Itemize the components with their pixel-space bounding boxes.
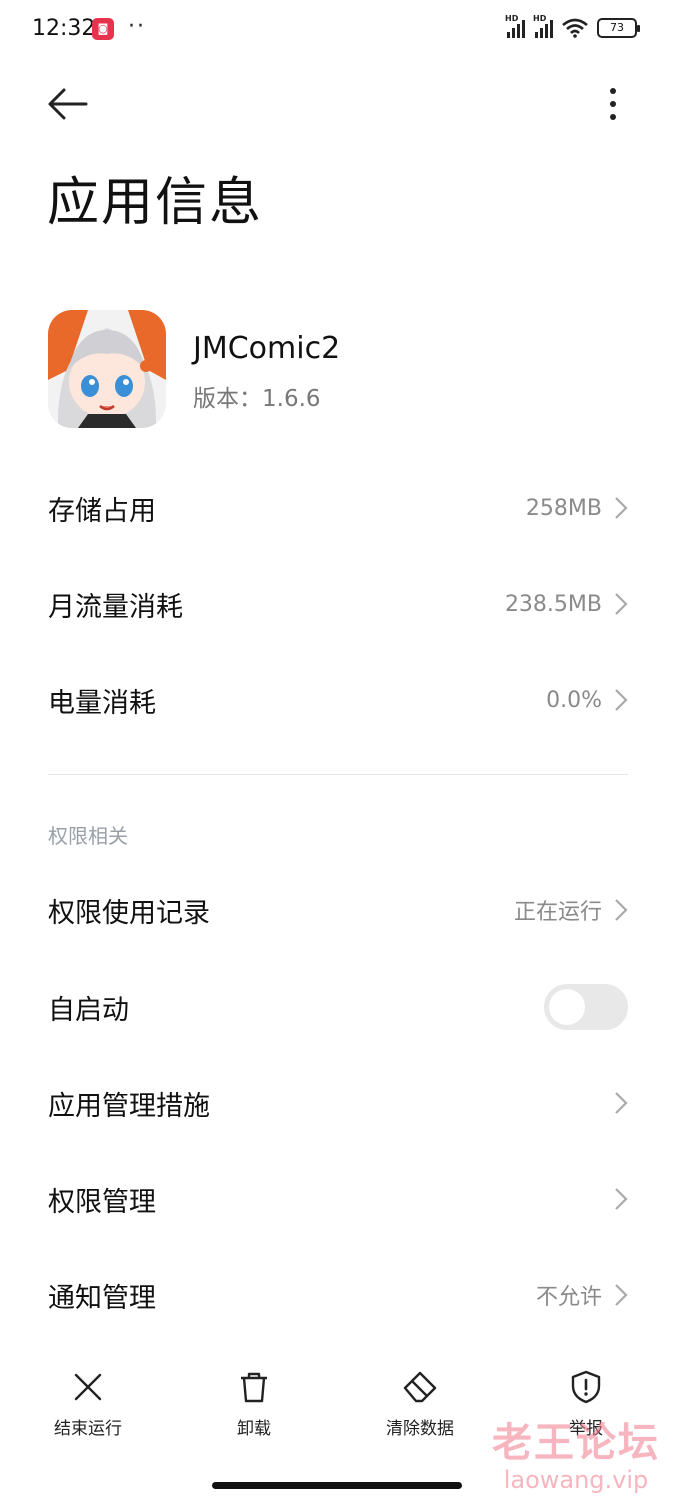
- status-indicators: HD HD 73: [505, 14, 640, 38]
- trash-icon: [241, 1372, 267, 1403]
- app-management-measures-row[interactable]: 应用管理措施: [48, 1073, 628, 1133]
- cellular-signal-icon: HD: [505, 14, 525, 38]
- permission-usage-value: 正在运行: [513, 900, 602, 925]
- chevron-right-icon: [615, 689, 628, 711]
- report-label: 举报: [569, 1419, 603, 1439]
- app-icon: [48, 310, 166, 428]
- toggle-knob: [549, 989, 585, 1025]
- more-options-button[interactable]: [600, 84, 626, 124]
- storage-value: 258MB: [525, 495, 602, 521]
- chevron-right-icon: [615, 1092, 628, 1114]
- back-button[interactable]: [46, 84, 90, 124]
- more-vertical-icon: [610, 88, 616, 120]
- clear-data-button[interactable]: 清除数据: [360, 1370, 480, 1439]
- autostart-toggle[interactable]: [544, 984, 628, 1030]
- notification-management-value: 不允许: [535, 1285, 602, 1310]
- data-usage-value: 238.5MB: [504, 591, 602, 617]
- autostart-label: 自启动: [48, 994, 129, 1026]
- permission-management-row[interactable]: 权限管理: [48, 1169, 628, 1229]
- battery-usage-row[interactable]: 电量消耗 0.0%: [48, 670, 628, 730]
- permission-usage-row[interactable]: 权限使用记录 正在运行: [48, 880, 628, 940]
- chevron-right-icon: [615, 1188, 628, 1210]
- chevron-right-icon: [615, 1284, 628, 1306]
- wifi-icon: [562, 18, 588, 38]
- section-divider: [48, 774, 628, 775]
- shield-alert-icon: [571, 1370, 601, 1404]
- status-more-dots: ··: [128, 14, 146, 39]
- bottom-action-bar: 结束运行 卸载 清除数据 举报: [0, 1370, 675, 1450]
- home-indicator[interactable]: [212, 1482, 462, 1489]
- arrow-left-icon: [48, 88, 88, 120]
- notification-app-icon: ◙: [92, 18, 114, 40]
- notification-management-label: 通知管理: [48, 1282, 156, 1314]
- report-button[interactable]: 举报: [526, 1370, 646, 1439]
- chevron-right-icon: [615, 497, 628, 519]
- data-usage-label: 月流量消耗: [48, 591, 183, 623]
- battery-icon: 73: [597, 18, 640, 38]
- permission-usage-label: 权限使用记录: [48, 897, 210, 929]
- app-name: JMComic2: [193, 331, 341, 366]
- battery-usage-value: 0.0%: [546, 687, 602, 713]
- autostart-row: 自启动: [48, 977, 628, 1037]
- page-title: 应用信息: [47, 173, 264, 233]
- eraser-icon: [403, 1371, 437, 1403]
- permissions-section-label: 权限相关: [48, 824, 128, 848]
- app-management-measures-label: 应用管理措施: [48, 1090, 210, 1122]
- permission-management-label: 权限管理: [48, 1186, 156, 1218]
- status-time: 12:32: [32, 16, 96, 41]
- force-stop-label: 结束运行: [54, 1419, 122, 1439]
- storage-row[interactable]: 存储占用 258MB: [48, 478, 628, 538]
- chevron-right-icon: [615, 593, 628, 615]
- storage-label: 存储占用: [48, 495, 156, 527]
- close-icon: [74, 1373, 102, 1401]
- status-bar: 12:32 ◙ ·· HD HD 73: [0, 0, 675, 62]
- notification-management-row[interactable]: 通知管理 不允许: [48, 1265, 628, 1325]
- data-usage-row[interactable]: 月流量消耗 238.5MB: [48, 574, 628, 634]
- cellular-signal-icon-2: HD: [533, 14, 553, 38]
- uninstall-button[interactable]: 卸载: [194, 1370, 314, 1439]
- watermark-url: laowang.vip: [503, 1466, 649, 1494]
- force-stop-button[interactable]: 结束运行: [28, 1370, 148, 1439]
- battery-usage-label: 电量消耗: [48, 687, 156, 719]
- chevron-right-icon: [615, 899, 628, 921]
- clear-data-label: 清除数据: [386, 1419, 454, 1439]
- app-version: 版本：1.6.6: [193, 386, 321, 412]
- uninstall-label: 卸载: [237, 1419, 271, 1439]
